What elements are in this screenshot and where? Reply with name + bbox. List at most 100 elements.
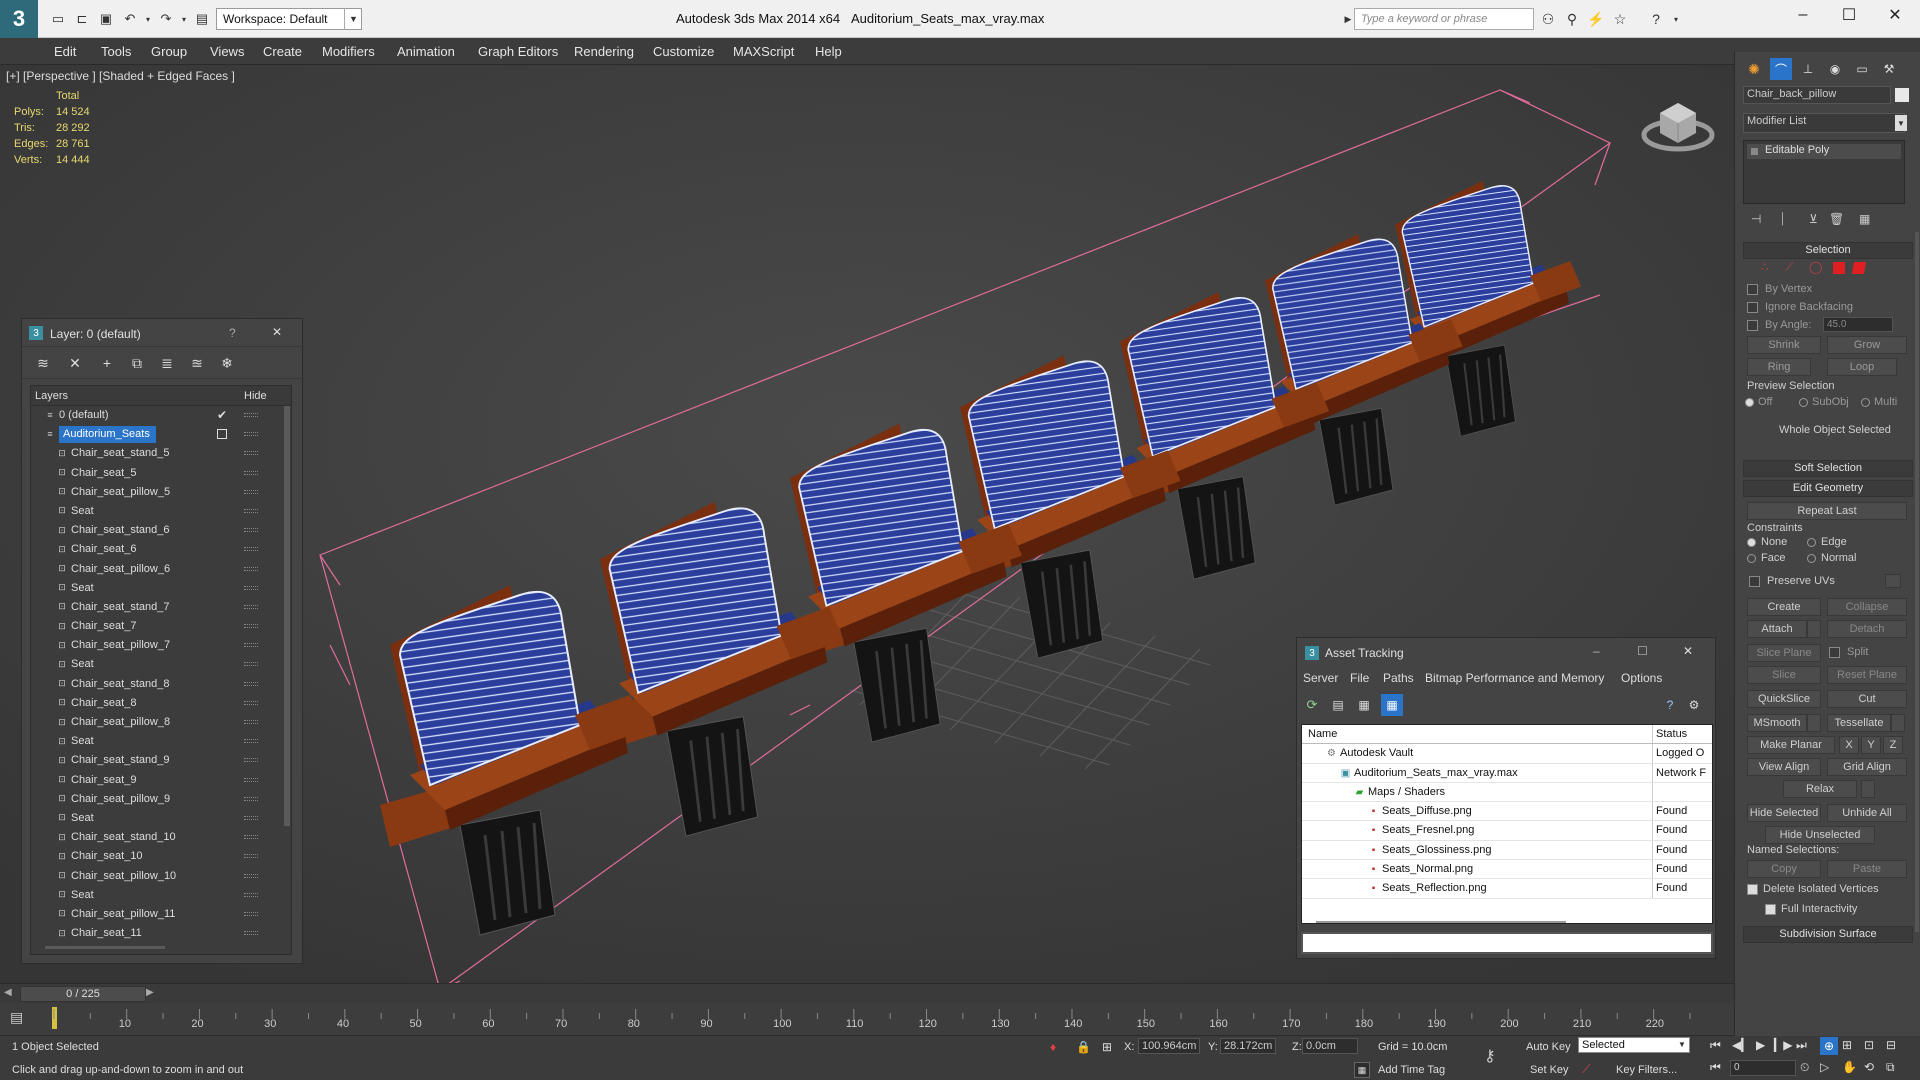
layer-row[interactable]: ⊡ Chair_seat_pillow_5: [31, 483, 291, 502]
workspace-dropdown[interactable]: Workspace: Default: [216, 8, 362, 30]
slice-plane-button[interactable]: Slice Plane: [1747, 644, 1821, 662]
hide-toggle[interactable]: [244, 892, 258, 897]
planar-z-button[interactable]: Z: [1883, 736, 1903, 754]
isolate-selection-icon[interactable]: ♦: [1050, 1040, 1056, 1054]
redo-dropdown-icon[interactable]: ▾: [174, 9, 194, 29]
search-input[interactable]: Type a keyword or phrase: [1354, 8, 1534, 30]
refresh-icon[interactable]: ⟳: [1303, 696, 1321, 714]
hide-toggle[interactable]: [244, 796, 258, 801]
minimize-button[interactable]: –: [1780, 0, 1826, 30]
hide-toggle[interactable]: [244, 489, 258, 494]
menu-animation[interactable]: Animation: [397, 44, 455, 59]
selection-rollout-header[interactable]: Selection: [1743, 242, 1913, 259]
asset-menu-file[interactable]: File: [1350, 671, 1369, 685]
asset-row[interactable]: ▰ Maps / Shaders: [1302, 782, 1712, 803]
layer-row[interactable]: ⊡ Chair_seat_6: [31, 540, 291, 559]
undo-icon[interactable]: ↶: [120, 9, 140, 29]
layer-row[interactable]: ≡ Auditorium_Seats: [31, 425, 291, 444]
layer-row[interactable]: ⊡ Chair_seat_stand_8: [31, 675, 291, 694]
maximize-viewport-icon[interactable]: ⧉: [1886, 1060, 1895, 1075]
unhide-all-button[interactable]: Unhide All: [1827, 804, 1907, 822]
key-mode-dropdown[interactable]: Selected: [1578, 1037, 1690, 1053]
split-checkbox[interactable]: [1829, 647, 1840, 658]
hide-toggle[interactable]: [244, 835, 258, 840]
select-objects-icon[interactable]: ⧉: [126, 353, 148, 373]
hide-toggle[interactable]: [244, 681, 258, 686]
object-name-field[interactable]: Chair_back_pillow: [1743, 86, 1891, 104]
layer-row[interactable]: ⊡ Chair_seat_stand_7: [31, 598, 291, 617]
asset-menu-server[interactable]: Server: [1303, 671, 1338, 685]
chevron-down-icon[interactable]: ▼: [344, 8, 362, 30]
preserve-uvs-checkbox[interactable]: [1749, 576, 1760, 587]
key-mode-toggle-icon[interactable]: ⏮: [1710, 1060, 1721, 1075]
key-icon[interactable]: ⚷: [1484, 1046, 1496, 1066]
goto-start-icon[interactable]: ⏮: [1710, 1038, 1721, 1053]
hide-toggle[interactable]: [244, 585, 258, 590]
next-key-icon[interactable]: ▎▶: [1774, 1038, 1792, 1052]
viewport-label[interactable]: [+] [Perspective ] [Shaded + Edged Faces…: [6, 69, 235, 83]
constraint-normal-radio[interactable]: [1807, 554, 1816, 563]
hide-toggle[interactable]: [244, 700, 258, 705]
maximize-button[interactable]: ☐: [1826, 0, 1872, 30]
settings-icon[interactable]: ⚙: [1685, 696, 1703, 714]
layer-row[interactable]: ⊡ Chair_seat_10: [31, 847, 291, 866]
modifier-list-dropdown[interactable]: Modifier List: [1743, 113, 1905, 133]
planar-x-button[interactable]: X: [1839, 736, 1859, 754]
grid-view-icon[interactable]: ▦: [1381, 694, 1403, 716]
set-key-icon[interactable]: ⟋: [1582, 1062, 1590, 1077]
asset-menu-options[interactable]: Options: [1621, 671, 1662, 685]
make-planar-button[interactable]: Make Planar: [1747, 736, 1835, 754]
prev-frame-icon[interactable]: ◀: [4, 987, 12, 998]
z-coordinate-field[interactable]: 0.0cm: [1302, 1038, 1358, 1054]
viewcube-icon[interactable]: [1638, 83, 1718, 163]
configure-sets-icon[interactable]: ▦: [1859, 212, 1870, 226]
by-angle-checkbox[interactable]: [1747, 320, 1758, 331]
asset-row[interactable]: ▪ Seats_Glossiness.png Found: [1302, 840, 1712, 861]
grid-align-button[interactable]: Grid Align: [1827, 758, 1907, 776]
asset-menu-bitmap[interactable]: Bitmap Performance and Memory: [1425, 671, 1604, 685]
next-frame-icon[interactable]: ▶: [146, 987, 154, 998]
create-tab-icon[interactable]: ✺: [1743, 58, 1765, 80]
zoom-all-icon[interactable]: ⊞: [1842, 1038, 1852, 1052]
chevron-down-icon[interactable]: ▼: [1678, 1040, 1686, 1049]
hide-toggle[interactable]: [244, 508, 258, 513]
delete-layer-icon[interactable]: ✕: [64, 353, 86, 373]
hide-toggle[interactable]: [244, 528, 258, 533]
favorites-star-icon[interactable]: ☆: [1610, 9, 1630, 29]
table-view-icon[interactable]: ▦: [1355, 696, 1373, 714]
hide-toggle[interactable]: [244, 604, 258, 609]
display-tab-icon[interactable]: ▭: [1851, 58, 1873, 80]
constraint-face-radio[interactable]: [1747, 554, 1756, 563]
detach-button[interactable]: Detach: [1827, 620, 1907, 638]
time-config-icon[interactable]: ⏲: [1800, 1060, 1809, 1075]
make-unique-icon[interactable]: ⊻: [1809, 212, 1818, 226]
hide-toggle[interactable]: [244, 470, 258, 475]
layer-row[interactable]: ⊡ Chair_seat_7: [31, 617, 291, 636]
menu-group[interactable]: Group: [151, 44, 187, 59]
by-vertex-checkbox[interactable]: [1747, 284, 1758, 295]
active-layer-toggle[interactable]: [217, 429, 227, 440]
hierarchy-tab-icon[interactable]: ⊥: [1797, 58, 1819, 80]
preserve-uvs-settings-button[interactable]: [1885, 574, 1901, 588]
layer-row[interactable]: ⊡ Chair_seat_8: [31, 694, 291, 713]
reset-plane-button[interactable]: Reset Plane: [1827, 666, 1907, 684]
prev-key-icon[interactable]: ◀▎: [1732, 1038, 1750, 1052]
add-time-tag[interactable]: Add Time Tag: [1378, 1064, 1445, 1076]
close-button[interactable]: ✕: [272, 325, 282, 339]
scrollbar[interactable]: [1915, 232, 1919, 932]
hide-toggle[interactable]: [244, 413, 258, 417]
hide-toggle[interactable]: [244, 547, 258, 552]
help-button[interactable]: ?: [229, 326, 236, 340]
subdivision-surface-rollout-header[interactable]: Subdivision Surface: [1743, 926, 1913, 943]
hide-toggle[interactable]: [244, 758, 258, 763]
y-coordinate-field[interactable]: 28.172cm: [1220, 1038, 1276, 1054]
object-color-swatch[interactable]: [1895, 88, 1909, 102]
paste-button[interactable]: Paste: [1827, 860, 1907, 878]
x-coordinate-field[interactable]: 100.964cm: [1138, 1038, 1200, 1054]
horizontal-scrollbar[interactable]: [45, 946, 165, 949]
quickslice-button[interactable]: QuickSlice: [1747, 690, 1821, 708]
utilities-tab-icon[interactable]: ⚒: [1878, 58, 1900, 80]
edge-icon[interactable]: ⟋: [1785, 260, 1793, 275]
asset-row[interactable]: ▪ Seats_Reflection.png Found: [1302, 879, 1712, 899]
menu-tools[interactable]: Tools: [101, 44, 131, 59]
